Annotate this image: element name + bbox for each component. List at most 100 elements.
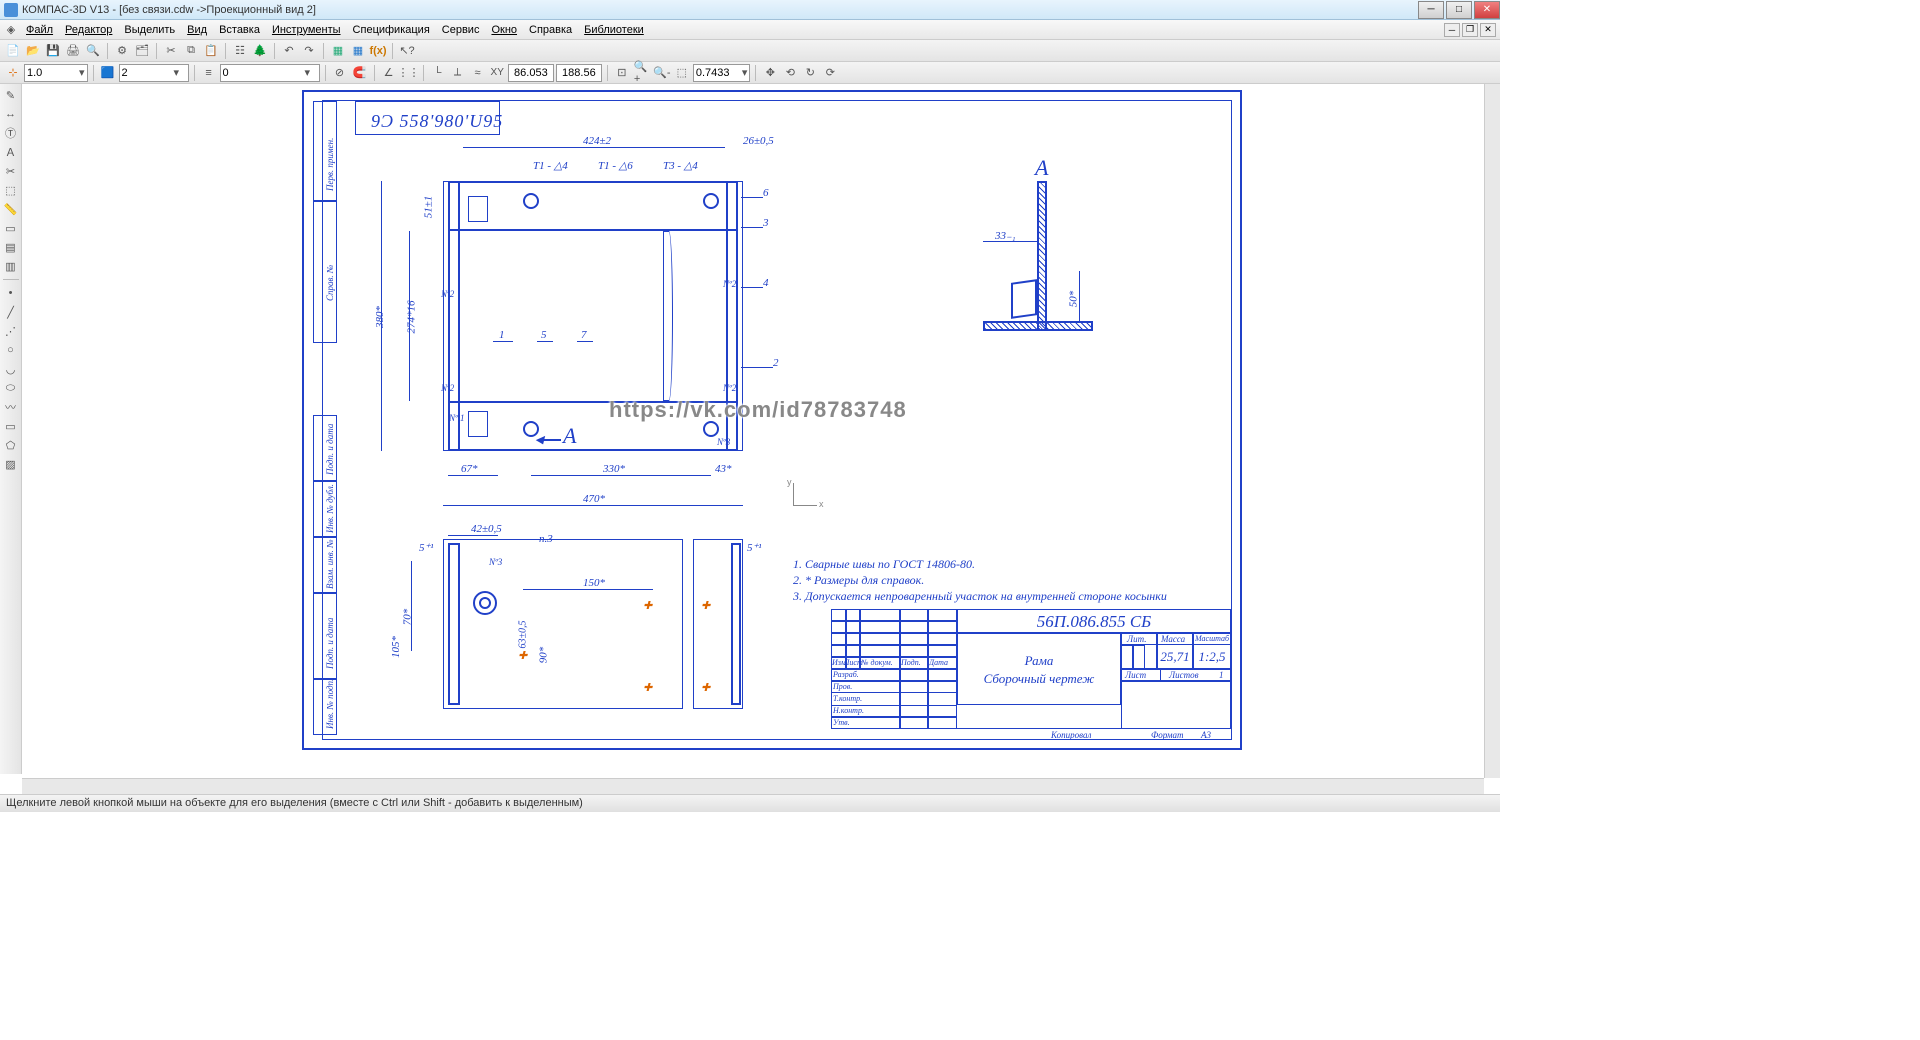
angle-icon[interactable]: ∠ [380, 64, 398, 82]
spline-tool-icon[interactable]: 〰 [2, 398, 20, 416]
chevron-down-icon[interactable]: ▾ [303, 66, 311, 79]
step-input[interactable] [27, 67, 77, 79]
perp-icon[interactable]: ⟂ [449, 64, 467, 82]
hatch-tool-icon[interactable]: ▨ [2, 455, 20, 473]
menu-view[interactable]: Вид [181, 22, 213, 38]
redo-icon[interactable]: ↷ [300, 42, 318, 60]
minimize-button[interactable]: ─ [1418, 1, 1444, 19]
grid-icon[interactable]: ⋮⋮ [400, 64, 418, 82]
zoom-out-icon[interactable]: 🔍- [653, 64, 671, 82]
maximize-button[interactable]: □ [1446, 1, 1472, 19]
doc-minimize-button[interactable]: ─ [1444, 23, 1460, 37]
param-icon[interactable]: ⬚ [2, 181, 20, 199]
vars-icon[interactable]: f(x) [369, 42, 387, 60]
note-3: 3. Допускается непроваренный участок на … [793, 589, 1167, 604]
chevron-down-icon[interactable]: ▾ [740, 66, 748, 79]
save-icon[interactable]: 💾 [44, 42, 62, 60]
layer-combo[interactable]: ▾ [220, 64, 320, 82]
margin-pod2: Подп. и дата [325, 618, 335, 669]
chevron-down-icon[interactable]: ▾ [172, 66, 180, 79]
cut-icon[interactable]: ✂ [162, 42, 180, 60]
menu-spec[interactable]: Спецификация [347, 22, 436, 38]
dimensions-icon[interactable]: ↔ [2, 105, 20, 123]
report-icon[interactable]: ▥ [2, 257, 20, 275]
paste-icon[interactable]: 📋 [202, 42, 220, 60]
menu-insert[interactable]: Вставка [213, 22, 266, 38]
compact-panel: ✎ ↔ Ⓣ Ａ ✂ ⬚ 📏 ▭ ▤ ▥ • ╱ ⋰ ○ ◡ ⬭ 〰 ▭ ⬠ ▨ [0, 84, 22, 774]
menu-select[interactable]: Выделить [118, 22, 181, 38]
lib2-icon[interactable]: ▦ [349, 42, 367, 60]
ortho-icon[interactable]: └ [429, 64, 447, 82]
close-button[interactable]: ✕ [1474, 1, 1500, 19]
app-menu-icon[interactable]: ◈ [2, 21, 20, 39]
view-combo[interactable]: ▾ [119, 64, 189, 82]
menu-window[interactable]: Окно [485, 22, 523, 38]
rect-tool-icon[interactable]: ▭ [2, 417, 20, 435]
menu-libs[interactable]: Библиотеки [578, 22, 650, 38]
vertical-scrollbar[interactable] [1484, 84, 1500, 778]
manager-icon[interactable]: 🗂 [133, 42, 151, 60]
zoom-combo[interactable]: ▾ [693, 64, 751, 82]
zoom-fit-icon[interactable]: ⊡ [613, 64, 631, 82]
circle-tool-icon[interactable]: ○ [2, 341, 20, 359]
tree-icon[interactable]: 🌲 [251, 42, 269, 60]
dim-50: 50* [1067, 291, 1079, 308]
select-icon[interactable]: ▭ [2, 219, 20, 237]
step-combo[interactable]: ▾ [24, 64, 88, 82]
drawing-canvas[interactable]: Перв. примен. Справ. № Подп. и дата Инв.… [22, 84, 1500, 774]
line-tool-icon[interactable]: ╱ [2, 303, 20, 321]
menu-edit[interactable]: Редактор [59, 22, 118, 38]
new-icon[interactable]: 📄 [4, 42, 22, 60]
n2c: Nº2 [441, 383, 454, 393]
chevron-down-icon[interactable]: ▾ [77, 66, 85, 79]
redraw-icon[interactable]: ↻ [801, 64, 819, 82]
prev-view-icon[interactable]: ⟲ [781, 64, 799, 82]
magnet-icon[interactable]: 🧲 [351, 64, 369, 82]
layer-state-icon[interactable]: 🟦 [99, 64, 117, 82]
designation-icon[interactable]: Ⓣ [2, 124, 20, 142]
window-title: КОМПАС-3D V13 - [без связи.cdw ->Проекци… [22, 4, 1416, 16]
pan-icon[interactable]: ✥ [761, 64, 779, 82]
menu-file[interactable]: Файл [20, 22, 59, 38]
undo-icon[interactable]: ↶ [280, 42, 298, 60]
redraw2-icon[interactable]: ⟳ [821, 64, 839, 82]
text-icon[interactable]: Ａ [2, 143, 20, 161]
measure-icon[interactable]: 📏 [2, 200, 20, 218]
aux-line-icon[interactable]: ⋰ [2, 322, 20, 340]
open-icon[interactable]: 📂 [24, 42, 42, 60]
ellipse-tool-icon[interactable]: ⬭ [2, 379, 20, 397]
coord-x-input[interactable] [508, 64, 554, 82]
tb-scale: 1:2,5 [1193, 649, 1231, 665]
edit-icon[interactable]: ✂ [2, 162, 20, 180]
point-tool-icon[interactable]: • [2, 284, 20, 302]
snap-icon[interactable]: ⊹ [4, 64, 22, 82]
geometry-icon[interactable]: ✎ [2, 86, 20, 104]
menu-help[interactable]: Справка [523, 22, 578, 38]
lib-icon[interactable]: ▦ [329, 42, 347, 60]
props-icon[interactable]: ☷ [231, 42, 249, 60]
doc-restore-button[interactable]: ❐ [1462, 23, 1478, 37]
dim-t1b: Т1 - △6 [598, 159, 633, 172]
doc-close-button[interactable]: ✕ [1480, 23, 1496, 37]
spec-icon[interactable]: ▤ [2, 238, 20, 256]
zoom-input[interactable] [696, 67, 740, 79]
print-icon[interactable]: 🖨 [64, 42, 82, 60]
preview-icon[interactable]: 🔍 [84, 42, 102, 60]
copy-icon[interactable]: ⧉ [182, 42, 200, 60]
menu-tools[interactable]: Инструменты [266, 22, 347, 38]
layer-icon[interactable]: ≡ [200, 64, 218, 82]
view-input[interactable] [122, 67, 172, 79]
n2a: Nº2 [441, 289, 454, 299]
zoom-in-icon[interactable]: 🔍+ [633, 64, 651, 82]
zoom-window-icon[interactable]: ⬚ [673, 64, 691, 82]
polygon-tool-icon[interactable]: ⬠ [2, 436, 20, 454]
arc-tool-icon[interactable]: ◡ [2, 360, 20, 378]
doc-prop-icon[interactable]: ⚙ [113, 42, 131, 60]
layer-input[interactable] [223, 67, 303, 79]
horizontal-scrollbar[interactable] [22, 778, 1484, 794]
help-cursor-icon[interactable]: ↖? [398, 42, 416, 60]
menu-service[interactable]: Сервис [436, 22, 486, 38]
stop-icon[interactable]: ⊘ [331, 64, 349, 82]
round-icon[interactable]: ≈ [469, 64, 487, 82]
coord-y-input[interactable] [556, 64, 602, 82]
